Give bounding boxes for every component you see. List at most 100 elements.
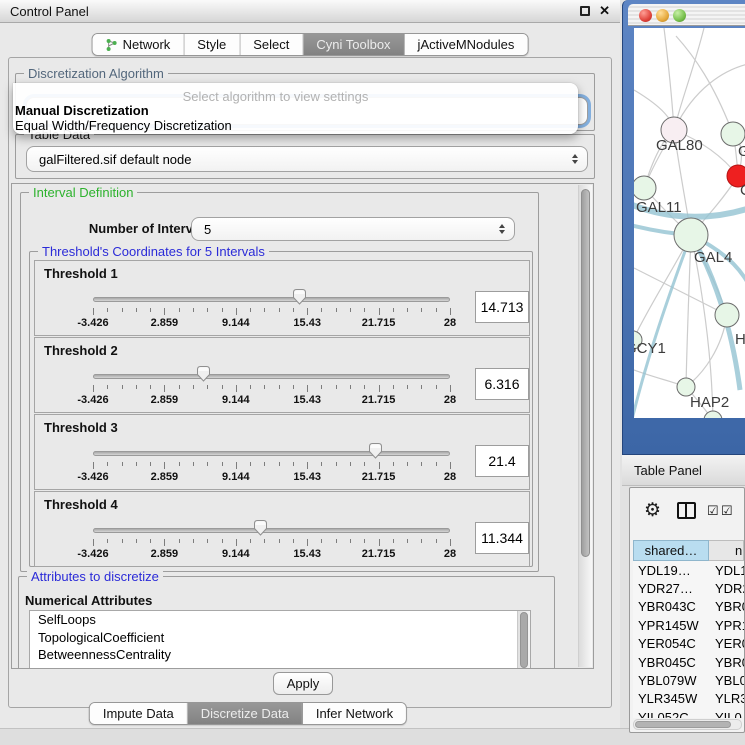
algorithm-option-equal-width-frequency-discretization[interactable]: Equal Width/Frequency Discretization [15, 119, 576, 134]
slider-track[interactable] [93, 297, 450, 302]
table-cell: YBR043C [633, 599, 709, 614]
tab-cyni-toolbox[interactable]: Cyni Toolbox [303, 34, 404, 55]
table-data-combobox[interactable]: galFiltered.sif default node [26, 146, 588, 172]
slider-track[interactable] [93, 528, 450, 533]
tab-label: Select [253, 34, 289, 55]
tick-mark [279, 462, 280, 466]
tick-mark [193, 462, 194, 466]
tick-mark [436, 385, 437, 389]
table-hscrollbar[interactable] [633, 719, 742, 730]
slider-track[interactable] [93, 374, 450, 379]
node-label-h: H [735, 331, 745, 348]
numerical-attributes-list[interactable]: SelfLoopsTopologicalCoefficientBetweenne… [29, 610, 531, 669]
gear-icon[interactable]: ⚙ [644, 501, 661, 520]
table-row[interactable]: YBR045CYBR0 [633, 653, 744, 671]
tab-select[interactable]: Select [240, 34, 303, 55]
number-of-intervals-row: Number of Intervals 5 [21, 217, 538, 243]
column-header-shared-[interactable]: shared… [633, 540, 709, 561]
tick-mark [164, 539, 165, 546]
table-row[interactable]: YDL19…YDL1 [633, 561, 744, 579]
table-row[interactable]: YLR345WYLR3 [633, 690, 744, 708]
tick-mark [122, 462, 123, 466]
threshold-label: Threshold 1 [44, 266, 118, 281]
network-edge [674, 64, 745, 130]
slider-thumb[interactable] [368, 442, 383, 459]
combo-spinner-icon [499, 224, 505, 234]
table-row[interactable]: YER054CYER0 [633, 635, 744, 653]
list-item-selfloops[interactable]: SelfLoops [30, 611, 530, 629]
tab-network[interactable]: Network [93, 34, 185, 55]
apply-button[interactable]: Apply [273, 672, 333, 695]
table-cell: YLR3 [709, 691, 744, 706]
threshold-value-field[interactable]: 11.344 [475, 522, 529, 554]
mac-minimize-icon[interactable] [656, 9, 669, 22]
split-columns-icon[interactable] [677, 502, 696, 519]
tick-mark [179, 462, 180, 466]
threshold-value-field[interactable]: 21.4 [475, 445, 529, 477]
tick-mark [236, 308, 237, 315]
table-row[interactable]: YBL079WYBL0 [633, 671, 744, 689]
settings-scrollbar[interactable] [578, 185, 592, 667]
tab-style[interactable]: Style [184, 34, 240, 55]
checkbox-icon[interactable]: ☑ [721, 503, 733, 519]
tab-label: Impute Data [103, 703, 174, 724]
tick-mark [122, 385, 123, 389]
mac-close-icon[interactable] [639, 9, 652, 22]
network-canvas[interactable]: GAL80GALCGAL11GAL4GCY1HHAP2 [634, 28, 745, 418]
list-item-betweennesscentrality[interactable]: BetweennessCentrality [30, 646, 530, 664]
table-toolbar: ⚙ ☑ ☑ [630, 488, 744, 538]
table-cell: YBL079W [633, 673, 709, 688]
panel-title: Control Panel [10, 4, 89, 19]
table-cell: YBR045C [633, 655, 709, 670]
tick-mark [393, 539, 394, 543]
table-hscrollbar-thumb[interactable] [635, 721, 731, 728]
threshold-label: Threshold 4 [44, 497, 118, 512]
table-cell: YBR0 [709, 599, 744, 614]
list-scrollbar-thumb[interactable] [520, 612, 528, 668]
tab-label: Style [197, 34, 226, 55]
mac-zoom-icon[interactable] [673, 9, 686, 22]
tab-jactivemnodules[interactable]: jActiveMNodules [405, 34, 528, 55]
table-cell: YDL1 [709, 563, 744, 578]
threshold-value-field[interactable]: 14.713 [475, 291, 529, 323]
number-of-intervals-combobox[interactable]: 5 [191, 217, 515, 241]
settings-scrollbar-thumb[interactable] [581, 189, 590, 557]
slider-thumb[interactable] [253, 519, 268, 536]
tick-label: 9.144 [222, 548, 250, 560]
tab-impute-data[interactable]: Impute Data [90, 703, 188, 724]
slider-thumb[interactable] [196, 365, 211, 382]
close-icon[interactable]: ✕ [599, 5, 610, 17]
numerical-attributes-label: Numerical Attributes [25, 593, 152, 608]
table-row[interactable]: YDR27…YDR2 [633, 579, 744, 597]
float-window-icon[interactable] [580, 6, 590, 16]
table-data-value: galFiltered.sif default node [27, 152, 191, 167]
network-node-green[interactable] [674, 218, 708, 252]
network-node-green[interactable] [715, 303, 739, 327]
tab-infer-network[interactable]: Infer Network [303, 703, 406, 724]
tick-mark [321, 385, 322, 389]
table-row[interactable]: YIL052CYIL0 [633, 708, 744, 718]
column-header-n[interactable]: n [709, 540, 744, 561]
tick-mark [107, 308, 108, 312]
tick-mark [136, 385, 137, 389]
table-cell: YDL19… [633, 563, 709, 578]
list-item-topologicalcoefficient[interactable]: TopologicalCoefficient [30, 629, 530, 647]
node-label-gal11: GAL11 [636, 199, 682, 216]
tick-mark [364, 539, 365, 543]
tick-mark [193, 539, 194, 543]
network-node-green[interactable] [634, 176, 656, 200]
table-row[interactable]: YBR043CYBR0 [633, 598, 744, 616]
slider-thumb[interactable] [292, 288, 307, 305]
checkbox-icon[interactable]: ☑ [707, 503, 719, 519]
table-row[interactable]: YPR145WYPR1 [633, 616, 744, 634]
tick-mark [421, 308, 422, 312]
algorithm-placeholder: Select algorithm to view settings [13, 89, 538, 104]
threshold-panel-2: Threshold 2-3.4262.8599.14415.4321.71528… [34, 337, 530, 413]
threshold-value-field[interactable]: 6.316 [475, 368, 529, 400]
tab-discretize-data[interactable]: Discretize Data [188, 703, 303, 724]
algorithm-option-manual-discretization[interactable]: Manual Discretization [15, 104, 576, 119]
tick-mark [307, 385, 308, 392]
tick-label: 21.715 [362, 394, 396, 406]
list-scrollbar[interactable] [517, 611, 530, 669]
slider-track[interactable] [93, 451, 450, 456]
